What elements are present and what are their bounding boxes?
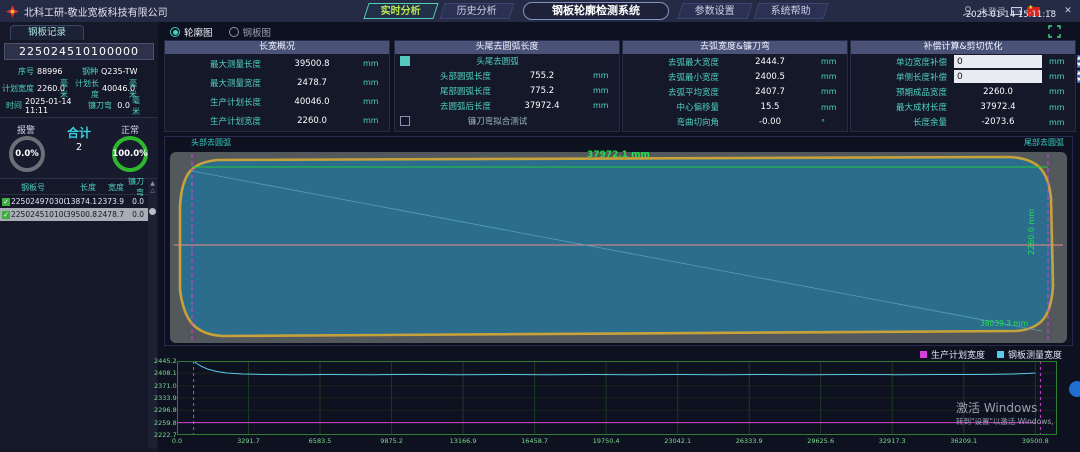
plate-profile-view: 头部去圆弧 尾部去圆弧 37972.1 mm 2260.0 mm 38039.3… [164,136,1073,346]
sort-icon[interactable]: △ [150,187,155,194]
view-toggle: 轮廓图 钢板图 [170,25,271,39]
row-checkbox-icon[interactable]: ✓ [2,211,10,219]
length-dimension-label: 37972.1 mm [165,150,1072,160]
plate-stats: 报警 0.0% 合计 2 正常 100.0% [0,117,158,179]
length-compensation-input[interactable]: ▲▼ [954,70,1042,83]
normal-gauge: 100.0% [112,136,148,172]
tab-realtime-analysis[interactable]: 实时分析 [363,3,438,19]
plate-table-header: 钢板号 长度 宽度 镰刀弯 [0,180,148,195]
width-chart: 生产计划宽度 钢板测量宽度 2445.2 2408.1 2371.0 2333.9 22… [154,347,1074,452]
plate-table: 钢板号 长度 宽度 镰刀弯 ✓225024970300000 13874.1 2… [0,180,148,221]
x-tick-label: 9875.2 [377,437,407,445]
datetime: 2025-01-14 15:11:18 [966,11,1056,20]
info-value: 88996 [34,67,72,76]
y-tick-label: 2371.0 [154,382,175,390]
checkbox-sickle-fit-test[interactable]: 镰刀弯拟合测试 [395,114,619,128]
x-tick-label: 36209.1 [949,437,979,445]
tab-system-help[interactable]: 系统帮助 [753,3,828,19]
row-checkbox-icon[interactable]: ✓ [2,198,10,206]
chart-legend: 生产计划宽度 钢板测量宽度 [920,348,1062,361]
info-value: Q235-TW [98,67,138,76]
x-tick-label: 32917.3 [877,437,907,445]
plate-record-sidebar: 钢板记录 225024510100000 序号 88996 钢种 Q235-TW… [0,22,158,452]
x-tick-label: 6583.5 [305,437,335,445]
radio-plate-view[interactable]: 钢板图 [229,25,272,39]
x-tick-label: 23042.1 [663,437,693,445]
system-title: 钢板轮廓检测系统 [523,2,669,20]
x-tick-label: 39500.8 [1020,437,1050,445]
info-value: 2260.0 [34,84,58,93]
company-logo-icon [6,5,19,18]
plate-info: 序号 88996 钢种 Q235-TW 计划宽度 2260.0 毫米 计划长度 … [2,63,156,114]
info-unit: 毫米 [130,95,145,117]
info-label: 镰刀弯 [84,100,112,111]
checkbox-icon[interactable] [400,116,410,126]
panel-compensation-optimization: 补偿计算&剪切优化 单边宽度补偿 ▲▼ mm 单侧长度补偿 ▲▼ mm 预期成品… [850,40,1076,132]
radio-profile-view[interactable]: 轮廓图 [170,25,213,39]
panel-arc-removal-length: 头尾去圆弧长度 头尾去圆弧 头部圆弧长度755.2mm 尾部圆弧长度775.2m… [394,40,620,132]
y-tick-label: 2445.2 [154,357,175,365]
windows-watermark: 激活 Windows 转到"设置"以激活 Windows, [956,399,1054,427]
plate-shape-canvas [170,146,1067,343]
chart-plot-area [177,361,1057,435]
normal-label: 正常 [121,123,139,136]
x-tick-label: 3291.7 [234,437,264,445]
panel-title: 头尾去圆弧长度 [395,41,619,54]
fullscreen-icon[interactable] [1048,25,1061,38]
panel-title: 补偿计算&剪切优化 [851,41,1075,54]
checkbox-icon[interactable] [400,56,410,66]
panel-title: 去弧宽度&镰刀弯 [623,41,847,54]
legend-swatch-measured [997,351,1004,358]
y-tick-label: 2333.9 [154,394,175,402]
width-compensation-input[interactable]: ▲▼ [954,55,1042,68]
checkbox-head-tail-arc[interactable]: 头尾去圆弧 [395,54,619,68]
radio-icon [170,27,180,37]
title-bar: 北科工研-敬业宽板科技有限公司 实时分析 历史分析 钢板轮廓检测系统 参数设置 … [0,0,1080,22]
x-tick-label: 0.0 [162,437,192,445]
filter-icon[interactable]: ▲ [150,180,155,187]
y-tick-label: 2259.8 [154,419,175,427]
table-row-selected[interactable]: ✓225024510100000 39500.8 2478.7 0.0 [0,208,148,221]
table-row[interactable]: ✓225024970300000 13874.1 2373.9 0.0 [0,195,148,208]
scrollbar-thumb[interactable] [149,208,156,215]
close-icon[interactable]: ✕ [1062,6,1074,16]
floating-assistant-button[interactable] [1069,381,1080,397]
info-value: 2025-01-14 11:11 [22,97,84,115]
panel-arc-width-sickle: 去弧宽度&镰刀弯 去弧最大宽度2444.7mm 去弧最小宽度2400.5mm 去… [622,40,848,132]
main-nav: 实时分析 历史分析 钢板轮廓检测系统 参数设置 系统帮助 [363,2,829,20]
info-label: 时间 [2,100,22,111]
plate-outline [180,157,1053,336]
info-value: 0.0 [112,101,130,110]
width-dimension-label: 2260.0 mm [1027,209,1036,255]
y-tick-label: 2408.1 [154,369,175,377]
tab-plate-record[interactable]: 钢板记录 [10,25,84,40]
x-tick-label: 13166.9 [448,437,478,445]
info-value: 40046.0 [99,84,127,93]
legend-swatch-plan [920,351,927,358]
x-tick-label: 19750.4 [591,437,621,445]
x-tick-label: 16458.7 [520,437,550,445]
diagonal-dimension-label: 38039.3 mm [980,319,1028,328]
tab-history-analysis[interactable]: 历史分析 [439,3,514,19]
radio-icon [229,27,239,37]
company-name: 北科工研-敬业宽板科技有限公司 [24,4,168,19]
tab-parameter-settings[interactable]: 参数设置 [677,3,752,19]
x-tick-label: 29625.6 [806,437,836,445]
current-plate-id: 225024510100000 [4,43,154,60]
y-tick-label: 2296.8 [154,406,175,414]
x-tick-label: 26333.9 [734,437,764,445]
info-label: 钢种 [72,66,98,77]
panel-title: 长宽概况 [165,41,389,54]
info-label: 计划宽度 [2,83,34,94]
panel-length-width-overview: 长宽概况 最大测量长度39500.8mm 最大测量宽度2478.7mm 生产计划… [164,40,390,132]
info-label: 序号 [2,66,34,77]
